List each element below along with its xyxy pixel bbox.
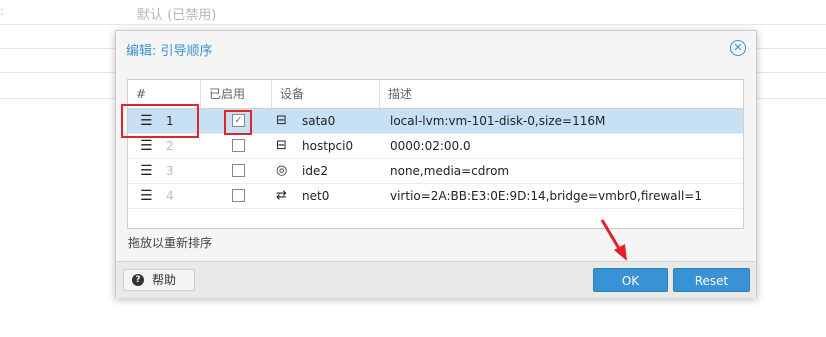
device-name: sata0 <box>302 114 336 128</box>
dialog-header: 编辑: 引导顺序 ✕ <box>116 31 756 65</box>
enabled-checkbox[interactable] <box>232 164 245 177</box>
device-name: hostpci0 <box>302 139 354 153</box>
help-button[interactable]: ? 帮助 <box>123 269 195 291</box>
drag-handle-icon[interactable]: ☰ <box>140 159 153 183</box>
drag-handle-icon[interactable]: ☰ <box>140 184 153 208</box>
network-exchange-icon: ⇄ <box>276 188 287 203</box>
boot-order-dialog: 编辑: 引导顺序 ✕ # 已启用 设备 描述 ☰ 1 ✓ ⊟ sata0 loc… <box>115 30 757 298</box>
hdd-icon: ⊟ <box>276 113 287 128</box>
table-row[interactable]: ☰ 4 ⇄ net0 virtio=2A:BB:E3:0E:9D:14,brid… <box>128 184 743 209</box>
column-header-enabled[interactable]: 已启用 <box>201 80 272 108</box>
device-description: local-lvm:vm-101-disk-0,size=116M <box>390 114 606 128</box>
background-row-default: : 默认 (已禁用) <box>0 0 826 25</box>
enabled-checkbox[interactable] <box>232 189 245 202</box>
cdrom-icon: ◎ <box>276 163 288 178</box>
enabled-checkbox[interactable] <box>232 139 245 152</box>
table-row[interactable]: ☰ 2 ⊟ hostpci0 0000:02:00.0 <box>128 134 743 159</box>
table-row[interactable]: ☰ 3 ◎ ide2 none,media=cdrom <box>128 159 743 184</box>
help-label: 帮助 <box>152 273 177 287</box>
boot-order-grid: # 已启用 设备 描述 ☰ 1 ✓ ⊟ sata0 local-lvm:vm-1… <box>121 79 744 229</box>
column-header-device[interactable]: 设备 <box>272 80 380 108</box>
dialog-footer: ? 帮助 OK Reset <box>116 261 756 298</box>
help-icon: ? <box>132 274 144 286</box>
background-value: 默认 (已禁用) <box>137 8 217 23</box>
reset-button[interactable]: Reset <box>673 268 750 292</box>
device-description: 0000:02:00.0 <box>390 139 471 153</box>
device-name: net0 <box>302 189 330 203</box>
device-name: ide2 <box>302 164 328 178</box>
boot-order-number: 3 <box>166 164 174 178</box>
device-description: none,media=cdrom <box>390 164 510 178</box>
boot-order-number: 4 <box>166 189 174 203</box>
background-label-colon: : <box>0 4 5 18</box>
highlight-box-checkbox <box>224 110 252 135</box>
dialog-title: 编辑: 引导顺序 <box>126 44 213 59</box>
annotation-arrow-icon <box>600 219 627 261</box>
highlight-box-order <box>121 104 199 138</box>
close-icon[interactable]: ✕ <box>730 40 746 56</box>
ok-button[interactable]: OK <box>593 268 668 292</box>
hdd-icon: ⊟ <box>276 138 287 153</box>
table-row[interactable]: ☰ 1 ✓ ⊟ sata0 local-lvm:vm-101-disk-0,si… <box>128 109 743 134</box>
grid-header: # 已启用 设备 描述 <box>128 80 743 109</box>
device-description: virtio=2A:BB:E3:0E:9D:14,bridge=vmbr0,fi… <box>390 189 702 203</box>
drag-hint-text: 拖放以重新排序 <box>128 236 213 250</box>
column-header-description[interactable]: 描述 <box>380 80 743 108</box>
